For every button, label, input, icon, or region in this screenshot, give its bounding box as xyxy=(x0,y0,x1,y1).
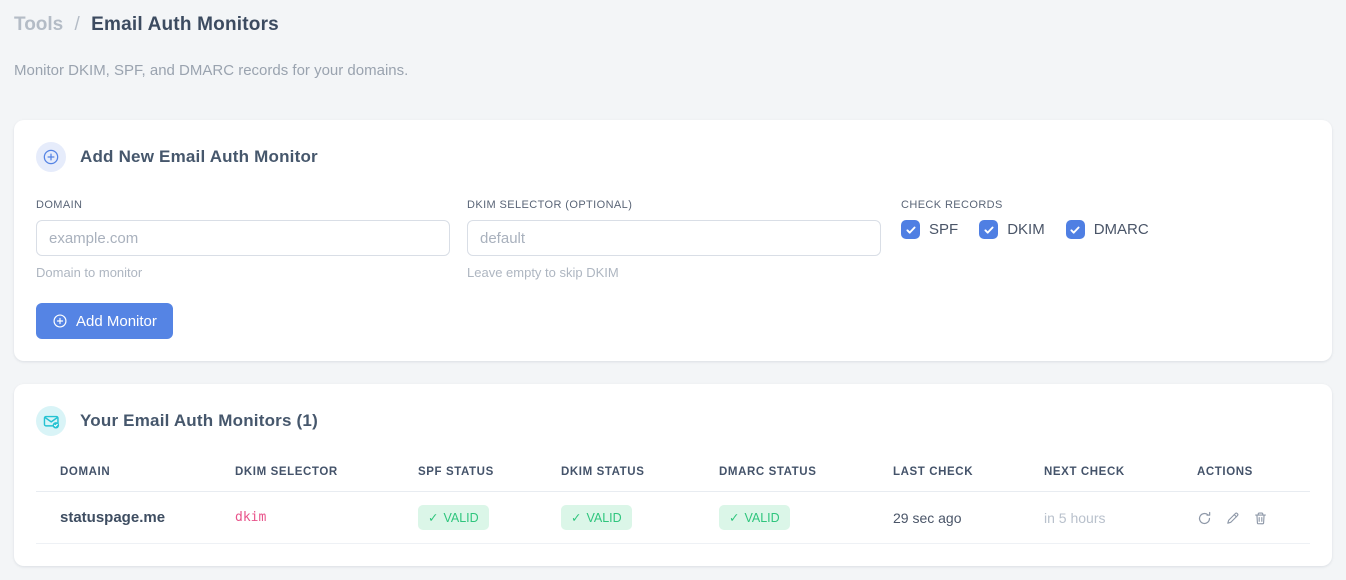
checkbox-dkim-label: DKIM xyxy=(1007,221,1045,238)
add-monitor-card-header: Add New Email Auth Monitor xyxy=(36,142,1310,172)
column-header-spf-status: SPF STATUS xyxy=(418,460,561,492)
refresh-button[interactable] xyxy=(1197,511,1212,526)
domain-field-label: DOMAIN xyxy=(36,199,83,211)
checkbox-spf[interactable]: SPF xyxy=(901,220,958,239)
domain-field-group: DOMAIN Domain to monitor xyxy=(36,199,450,280)
check-icon: ✓ xyxy=(571,511,582,525)
checkbox-dmarc[interactable]: DMARC xyxy=(1065,220,1149,239)
checkbox-checked-icon[interactable] xyxy=(1065,220,1085,239)
page: Tools / Email Auth Monitors Monitor DKIM… xyxy=(0,0,1346,580)
monitors-table: DOMAIN DKIM SELECTOR SPF STATUS DKIM STA… xyxy=(36,460,1310,544)
spf-status-text: VALID xyxy=(443,510,479,525)
domain-field-helper: Domain to monitor xyxy=(36,265,143,280)
check-icon: ✓ xyxy=(729,511,740,525)
dkim-selector-field-group: DKIM SELECTOR (OPTIONAL) Leave empty to … xyxy=(467,199,881,280)
page-title: Email Auth Monitors xyxy=(91,14,279,35)
table-header-row: DOMAIN DKIM SELECTOR SPF STATUS DKIM STA… xyxy=(36,460,1310,492)
delete-button[interactable] xyxy=(1253,511,1268,526)
column-header-dkim-selector: DKIM SELECTOR xyxy=(235,460,418,492)
column-header-actions: ACTIONS xyxy=(1197,460,1310,492)
checkbox-checked-icon[interactable] xyxy=(901,220,920,239)
cell-domain: statuspage.me xyxy=(36,491,235,544)
cell-dkim-status: ✓ VALID xyxy=(561,491,719,544)
breadcrumb-separator: / xyxy=(74,14,80,35)
monitors-card-title: Your Email Auth Monitors (1) xyxy=(80,411,318,430)
dkim-selector-input[interactable] xyxy=(467,220,881,256)
dmarc-status-badge: ✓ VALID xyxy=(719,505,790,530)
add-monitor-card: Add New Email Auth Monitor DOMAIN Domain… xyxy=(14,120,1332,361)
dkim-selector-field-helper: Leave empty to skip DKIM xyxy=(467,265,619,280)
page-subtitle: Monitor DKIM, SPF, and DMARC records for… xyxy=(14,62,409,79)
cell-last-check: 29 sec ago xyxy=(893,491,1044,544)
check-records-label: CHECK RECORDS xyxy=(901,199,1003,211)
domain-input[interactable] xyxy=(36,220,450,256)
checkbox-spf-label: SPF xyxy=(929,221,959,238)
row-actions xyxy=(1197,509,1302,526)
cell-actions xyxy=(1197,491,1310,544)
column-header-domain: DOMAIN xyxy=(36,460,235,492)
mail-check-icon xyxy=(36,406,66,436)
check-icon: ✓ xyxy=(428,511,439,525)
add-monitor-button[interactable]: Add Monitor xyxy=(36,303,173,339)
column-header-dmarc-status: DMARC STATUS xyxy=(719,460,893,492)
checkbox-dmarc-label: DMARC xyxy=(1093,221,1149,238)
dkim-selector-field-label: DKIM SELECTOR (OPTIONAL) xyxy=(467,199,633,211)
check-records-group: CHECK RECORDS SPF DKIM DMARC xyxy=(901,199,1149,239)
breadcrumb: Tools / Email Auth Monitors xyxy=(14,12,1332,38)
add-monitor-card-title: Add New Email Auth Monitor xyxy=(80,147,318,166)
plus-circle-icon xyxy=(52,313,68,329)
cell-dkim-selector: dkim xyxy=(235,491,418,544)
edit-button[interactable] xyxy=(1225,511,1240,526)
checkbox-dkim[interactable]: DKIM xyxy=(979,220,1045,239)
dkim-status-badge: ✓ VALID xyxy=(561,505,632,530)
monitors-card-header: Your Email Auth Monitors (1) xyxy=(36,406,1310,436)
table-row: statuspage.me dkim ✓ VALID ✓ VALID ✓ VAL… xyxy=(36,491,1310,544)
add-monitor-form: DOMAIN Domain to monitor DKIM SELECTOR (… xyxy=(36,199,1310,280)
check-records-row: SPF DKIM DMARC xyxy=(901,220,1149,239)
plus-circle-icon xyxy=(36,142,66,172)
column-header-next-check: NEXT CHECK xyxy=(1044,460,1197,492)
dkim-status-text: VALID xyxy=(586,510,622,525)
cell-dmarc-status: ✓ VALID xyxy=(719,491,893,544)
add-monitor-button-label: Add Monitor xyxy=(76,312,157,330)
cell-next-check: in 5 hours xyxy=(1044,491,1197,544)
column-header-dkim-status: DKIM STATUS xyxy=(561,460,719,492)
breadcrumb-tools[interactable]: Tools xyxy=(14,14,63,35)
dmarc-status-text: VALID xyxy=(744,510,780,525)
monitors-card: Your Email Auth Monitors (1) DOMAIN DKIM… xyxy=(14,384,1332,566)
spf-status-badge: ✓ VALID xyxy=(418,505,489,530)
cell-spf-status: ✓ VALID xyxy=(418,491,561,544)
checkbox-checked-icon[interactable] xyxy=(979,220,999,239)
column-header-last-check: LAST CHECK xyxy=(893,460,1044,492)
